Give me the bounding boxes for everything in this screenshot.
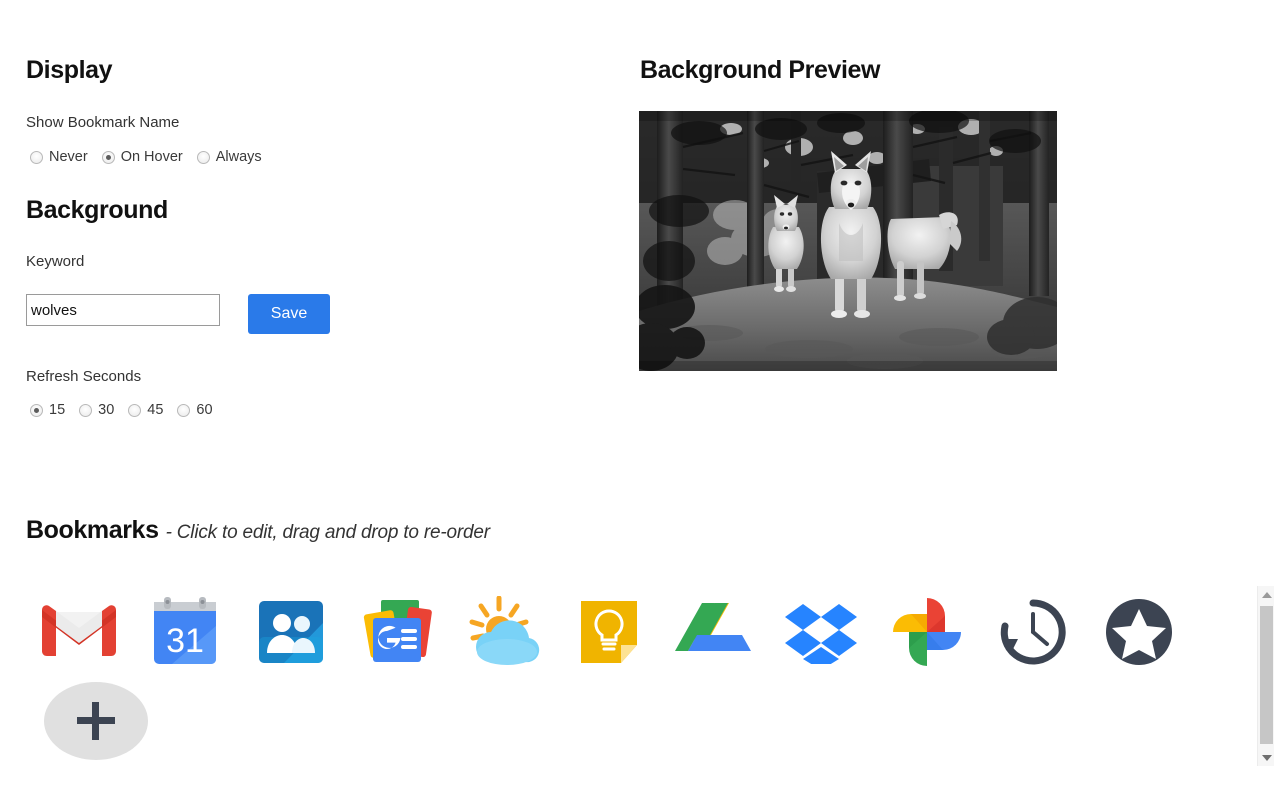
scrollbar-thumb[interactable] (1260, 606, 1273, 744)
show-bookmark-name-label: Show Bookmark Name (26, 114, 180, 131)
options-page: Display Show Bookmark Name Never On Hove… (0, 0, 1280, 800)
add-bookmark-button[interactable] (44, 682, 148, 760)
bookmarks-title: Bookmarks (26, 516, 159, 544)
bookmark-google-news[interactable] (344, 586, 450, 678)
radio-dot-never[interactable] (30, 150, 43, 164)
bookmark-bookmarks-star[interactable] (1086, 586, 1192, 678)
background-preview-image (639, 111, 1057, 371)
weather-sun-cloud-icon (463, 596, 543, 668)
radio-option-60[interactable]: 60 (177, 402, 213, 418)
scrollbar-down-arrow[interactable] (1258, 749, 1275, 766)
keep-icon (575, 597, 643, 667)
background-preview-title: Background Preview (640, 56, 881, 84)
radio-label-60: 60 (196, 402, 213, 418)
radio-dot-15[interactable] (30, 403, 43, 417)
show-bookmark-name-radio-group: Never On Hover Always (30, 149, 262, 165)
bookmark-google-drive[interactable] (662, 586, 768, 678)
bookmarks-heading: Bookmarks - Click to edit, drag and drop… (26, 516, 490, 545)
bookmark-history[interactable] (980, 586, 1086, 678)
bookmark-google-calendar[interactable]: 31 (132, 586, 238, 678)
refresh-seconds-label: Refresh Seconds (26, 368, 142, 385)
bookmarks-area: 31 (26, 586, 1226, 766)
radio-label-always: Always (215, 149, 262, 165)
dropbox-icon (785, 600, 857, 664)
radio-option-on-hover[interactable]: On Hover (101, 149, 183, 165)
bookmark-google-photos[interactable] (874, 586, 980, 678)
background-section-title: Background (26, 196, 168, 224)
keyword-input[interactable] (26, 294, 220, 326)
vertical-scrollbar[interactable] (1257, 586, 1274, 766)
bookmark-dropbox[interactable] (768, 586, 874, 678)
star-circle-icon (1104, 597, 1174, 667)
radio-dot-60[interactable] (177, 403, 191, 417)
bookmark-gmail[interactable] (26, 586, 132, 678)
radio-option-always[interactable]: Always (196, 149, 262, 165)
refresh-seconds-radio-group: 15 30 45 60 (30, 402, 213, 418)
radio-label-45: 45 (147, 402, 164, 418)
radio-option-45[interactable]: 45 (128, 402, 163, 418)
scrollbar-up-arrow[interactable] (1258, 586, 1275, 603)
bookmark-weather[interactable] (450, 586, 556, 678)
keyword-label: Keyword (26, 253, 85, 270)
radio-option-never[interactable]: Never (30, 149, 88, 165)
radio-option-15[interactable]: 15 (30, 402, 65, 418)
photos-icon (889, 594, 965, 670)
bookmark-google-contacts[interactable] (238, 586, 344, 678)
save-button[interactable]: Save (248, 294, 330, 334)
radio-dot-on-hover[interactable] (101, 150, 115, 164)
svg-text:31: 31 (166, 622, 204, 660)
keyword-row: Save (26, 294, 330, 334)
radio-dot-45[interactable] (128, 403, 142, 417)
radio-option-30[interactable]: 30 (79, 402, 114, 418)
radio-label-15: 15 (49, 402, 66, 418)
news-icon (359, 596, 435, 668)
history-clock-icon (998, 597, 1068, 667)
bookmarks-row: 31 (26, 586, 1192, 678)
bookmarks-subtitle: - Click to edit, drag and drop to re-ord… (165, 522, 490, 543)
radio-label-30: 30 (98, 402, 115, 418)
radio-label-on-hover: On Hover (120, 149, 183, 165)
gmail-icon (40, 602, 118, 662)
radio-label-never: Never (49, 149, 88, 165)
radio-dot-always[interactable] (196, 150, 210, 164)
display-section-title: Display (26, 56, 113, 84)
drive-icon (675, 597, 755, 667)
radio-dot-30[interactable] (79, 403, 93, 417)
calendar-icon: 31 (148, 596, 222, 668)
bookmark-google-keep[interactable] (556, 586, 662, 678)
plus-icon (77, 702, 115, 740)
contacts-icon (254, 597, 328, 667)
